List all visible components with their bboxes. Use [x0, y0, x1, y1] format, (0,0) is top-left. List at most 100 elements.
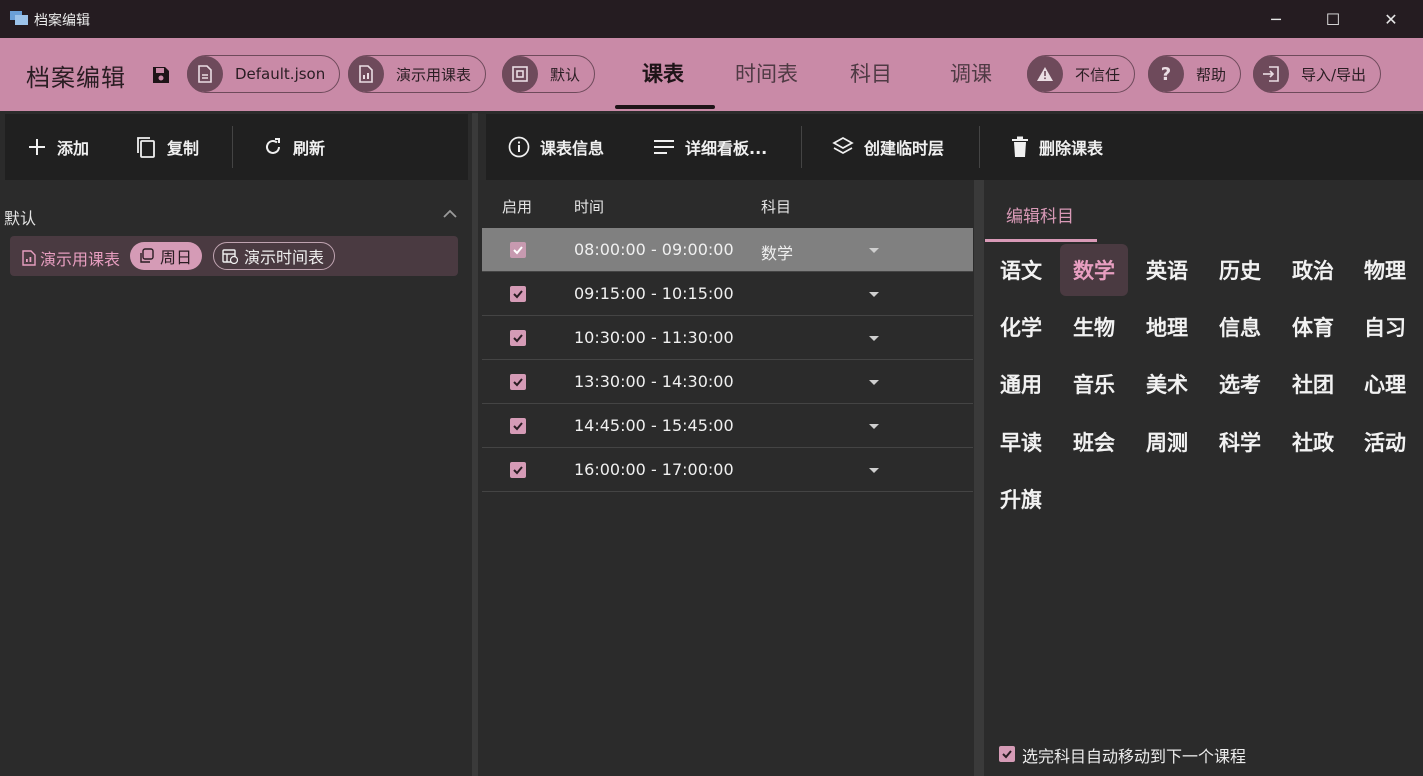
subject-button[interactable]: 数学 [1060, 244, 1128, 296]
enabled-checkbox[interactable] [510, 374, 526, 390]
subject-button[interactable]: 物理 [1351, 244, 1419, 296]
subject-button[interactable]: 社团 [1279, 358, 1347, 410]
panel-splitter[interactable] [974, 180, 984, 776]
chevron-up-icon[interactable] [442, 206, 458, 222]
add-button[interactable]: 添加 [27, 114, 89, 180]
subject-button[interactable]: 活动 [1351, 416, 1419, 468]
subject-button[interactable]: 升旗 [987, 473, 1055, 525]
table-row[interactable]: 08:00:00 - 09:00:00 数学 [482, 228, 973, 272]
row-time: 10:30:00 - 11:30:00 [574, 328, 734, 347]
subject-button[interactable]: 美术 [1133, 358, 1201, 410]
subject-button[interactable]: 语文 [987, 244, 1055, 296]
help-label: 帮助 [1196, 65, 1227, 84]
subject-dropdown-icon[interactable] [869, 336, 879, 341]
enabled-checkbox[interactable] [510, 286, 526, 302]
row-time: 14:45:00 - 15:45:00 [574, 416, 734, 435]
subject-button[interactable]: 心理 [1351, 358, 1419, 410]
subject-button[interactable]: 班会 [1060, 416, 1128, 468]
table-row[interactable]: 13:30:00 - 14:30:00 [482, 360, 973, 404]
subject-button[interactable]: 选考 [1206, 358, 1274, 410]
minimize-button[interactable]: ─ [1247, 0, 1305, 38]
schedule-select-button[interactable]: 演示用课表 [348, 55, 487, 93]
subject-dropdown-icon[interactable] [869, 292, 879, 297]
tab-schedule[interactable]: 课表 [642, 58, 684, 88]
subject-button[interactable]: 化学 [987, 301, 1055, 353]
window-title: 档案编辑 [34, 13, 90, 29]
subject-button[interactable]: 地理 [1133, 301, 1201, 353]
subject-button[interactable]: 周测 [1133, 416, 1201, 468]
schedule-select-label: 演示用课表 [396, 65, 472, 84]
details-button[interactable]: 详细看板... [653, 114, 767, 180]
check-icon [513, 466, 523, 475]
schedule-item-name: 演示用课表 [22, 246, 120, 270]
file-icon [187, 56, 223, 92]
profile-file-label: Default.json [235, 65, 326, 83]
app-icon [10, 11, 28, 25]
subject-button[interactable]: 音乐 [1060, 358, 1128, 410]
enabled-checkbox[interactable] [510, 330, 526, 346]
layer-select-button[interactable]: 默认 [502, 55, 596, 93]
enabled-checkbox[interactable] [510, 242, 526, 258]
tab-subjects[interactable]: 科目 [850, 58, 892, 88]
enabled-checkbox[interactable] [510, 418, 526, 434]
maximize-button[interactable]: ☐ [1304, 0, 1362, 38]
weekday-label: 周日 [160, 248, 193, 267]
subject-button[interactable]: 早读 [987, 416, 1055, 468]
enabled-checkbox[interactable] [510, 462, 526, 478]
subject-button[interactable]: 信息 [1206, 301, 1274, 353]
close-icon: ✕ [1384, 9, 1398, 29]
table-row[interactable]: 14:45:00 - 15:45:00 [482, 404, 973, 448]
plus-icon [29, 139, 45, 155]
schedule-list-item[interactable]: 演示用课表 周日 演示时间表 [10, 236, 458, 276]
tab-edit-subject[interactable]: 编辑科目 [1006, 202, 1074, 227]
subject-button[interactable]: 通用 [987, 358, 1055, 410]
subject-button[interactable]: 自习 [1351, 301, 1419, 353]
tab-indicator [615, 105, 715, 109]
title-bar: 档案编辑 ─ ☐ ✕ [0, 0, 1423, 38]
panel-splitter[interactable] [472, 113, 478, 776]
delete-schedule-button[interactable]: 删除课表 [1011, 114, 1103, 180]
save-icon[interactable] [151, 65, 171, 85]
subject-button[interactable]: 生物 [1060, 301, 1128, 353]
layer-icon [502, 56, 538, 92]
class-table: 启用 时间 科目 08:00:00 - 09:00:00 数学 09:15:00… [482, 180, 974, 776]
schedule-info-button[interactable]: 课表信息 [508, 114, 604, 180]
info-icon [508, 136, 530, 158]
untrusted-button[interactable]: 不信任 [1027, 55, 1136, 93]
subject-dropdown-icon[interactable] [869, 380, 879, 385]
subject-button[interactable]: 科学 [1206, 416, 1274, 468]
table-row[interactable]: 10:30:00 - 11:30:00 [482, 316, 973, 360]
close-button[interactable]: ✕ [1362, 0, 1420, 38]
subject-button[interactable]: 英语 [1133, 244, 1201, 296]
create-temp-layer-button[interactable]: 创建临时层 [832, 114, 944, 180]
refresh-button[interactable]: 刷新 [263, 114, 325, 180]
table-row[interactable]: 09:15:00 - 10:15:00 [482, 272, 973, 316]
subject-dropdown-icon[interactable] [869, 424, 879, 429]
subject-button[interactable]: 社政 [1279, 416, 1347, 468]
schedule-info-label: 课表信息 [540, 139, 605, 158]
subject-button[interactable]: 体育 [1279, 301, 1347, 353]
column-header-subject: 科目 [761, 198, 792, 216]
subject-dropdown-icon[interactable] [869, 248, 879, 253]
profile-file-button[interactable]: Default.json [187, 55, 341, 93]
help-button[interactable]: ? 帮助 [1148, 55, 1242, 93]
header-bar: 档案编辑 Default.json 演示用课表 默认 课表 时间表 科目 调课 … [0, 38, 1423, 111]
column-header-time: 时间 [574, 198, 605, 216]
add-label: 添加 [57, 139, 90, 158]
import-export-button[interactable]: 导入/导出 [1253, 55, 1382, 93]
toolbar-separator [232, 126, 233, 168]
subject-button[interactable]: 政治 [1279, 244, 1347, 296]
details-label: 详细看板... [685, 139, 768, 158]
import-export-label: 导入/导出 [1301, 65, 1367, 84]
auto-move-checkbox[interactable] [999, 746, 1015, 762]
subject-button[interactable]: 历史 [1206, 244, 1274, 296]
create-temp-layer-label: 创建临时层 [864, 139, 945, 158]
tab-class-swap[interactable]: 调课 [950, 58, 992, 88]
copy-button[interactable]: 复制 [135, 114, 199, 180]
tab-timetable[interactable]: 时间表 [735, 58, 798, 88]
schedule-item-label: 演示用课表 [40, 250, 121, 269]
timetable-label: 演示时间表 [244, 248, 325, 267]
table-row[interactable]: 16:00:00 - 17:00:00 [482, 448, 973, 492]
row-time: 09:15:00 - 10:15:00 [574, 284, 734, 303]
subject-dropdown-icon[interactable] [869, 468, 879, 473]
